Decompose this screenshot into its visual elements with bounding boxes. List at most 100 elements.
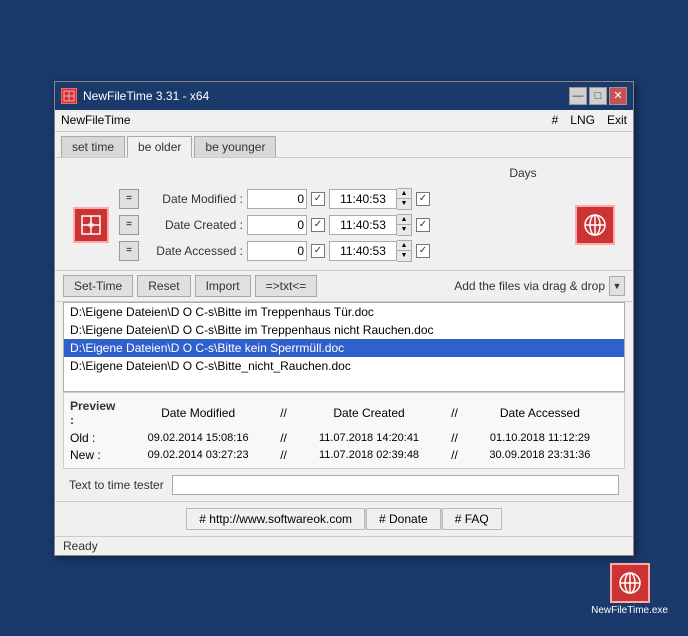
main-window: NewFileTime 3.31 - x64 — □ ✕ NewFileTime… — [54, 81, 634, 556]
time-input-accessed-group: ▲ ▼ — [329, 240, 412, 262]
taskbar-icon[interactable]: NewFileTime.exe — [591, 563, 668, 616]
preview-new-created: 11.07.2018 02:39:48 — [291, 449, 447, 461]
toolbar: Set-Time Reset Import =>txt<= Add the fi… — [55, 270, 633, 302]
drag-drop-dropdown[interactable]: ▼ — [609, 276, 625, 296]
spin-down-accessed[interactable]: ▼ — [397, 251, 411, 261]
import-button[interactable]: Import — [195, 275, 251, 297]
preview-new-accessed: 30.09.2018 23:31:36 — [462, 449, 618, 461]
preview-old-label: Old : — [70, 431, 120, 445]
eq-btn-accessed[interactable]: = — [119, 241, 139, 261]
reset-button[interactable]: Reset — [137, 275, 190, 297]
days-input-modified[interactable] — [247, 189, 307, 209]
app-name-menu[interactable]: NewFileTime — [61, 113, 131, 127]
time-rows: = Date Modified : ▲ ▼ — [119, 188, 565, 262]
left-app-icon-container — [71, 191, 111, 259]
right-app-icon-container — [573, 191, 617, 259]
spin-up-modified[interactable]: ▲ — [397, 189, 411, 199]
menu-hash[interactable]: # — [552, 113, 559, 127]
left-app-icon — [73, 207, 109, 243]
tab-be-older[interactable]: be older — [127, 136, 192, 158]
status-text: Ready — [63, 539, 98, 553]
spin-up-accessed[interactable]: ▲ — [397, 241, 411, 251]
preview-old-row: Old : 09.02.2014 15:08:16 // 11.07.2018 … — [70, 431, 618, 445]
txt-button[interactable]: =>txt<= — [255, 275, 318, 297]
date-created-row: = Date Created : ▲ ▼ — [119, 214, 565, 236]
tabs-bar: set time be older be younger — [55, 132, 633, 158]
preview-sep1: // — [276, 406, 291, 420]
time-input-accessed[interactable] — [329, 241, 397, 261]
preview-old-accessed: 01.10.2018 11:12:29 — [462, 432, 618, 444]
minimize-button[interactable]: — — [569, 87, 587, 105]
text-tester-input[interactable] — [172, 475, 619, 495]
preview-header-modified: Date Modified — [120, 406, 276, 420]
date-modified-row: = Date Modified : ▲ ▼ — [119, 188, 565, 210]
footer-link-1[interactable]: # http://www.softwareok.com — [186, 508, 365, 530]
main-content: Days — [55, 158, 633, 270]
label-created: Date Created : — [143, 218, 243, 232]
label-modified: Date Modified : — [143, 192, 243, 206]
eq-btn-created[interactable]: = — [119, 215, 139, 235]
text-tester-row: Text to time tester — [63, 469, 625, 501]
window-controls: — □ ✕ — [569, 87, 627, 105]
days-input-created[interactable] — [247, 215, 307, 235]
spinner-modified: ▲ ▼ — [397, 188, 412, 210]
preview-new-row: New : 09.02.2014 03:27:23 // 11.07.2018 … — [70, 448, 618, 462]
file-item-1[interactable]: D:\Eigene Dateien\D O C-s\Bitte im Trepp… — [64, 321, 624, 339]
drag-drop-area: Add the files via drag & drop ▼ — [454, 276, 625, 296]
time-input-created-group: ▲ ▼ — [329, 214, 412, 236]
rows-section: = Date Modified : ▲ ▼ — [63, 188, 625, 262]
date-accessed-row: = Date Accessed : ▲ ▼ — [119, 240, 565, 262]
text-tester-label: Text to time tester — [69, 478, 164, 492]
preview-old-created: 11.07.2018 14:20:41 — [291, 432, 447, 444]
days-input-accessed[interactable] — [247, 241, 307, 261]
label-accessed: Date Accessed : — [143, 244, 243, 258]
preview-old-modified: 09.02.2014 15:08:16 — [120, 432, 276, 444]
close-button[interactable]: ✕ — [609, 87, 627, 105]
set-time-button[interactable]: Set-Time — [63, 275, 133, 297]
menu-exit[interactable]: Exit — [607, 113, 627, 127]
checkbox-created-enable[interactable] — [311, 218, 325, 232]
checkbox-modified-enable[interactable] — [311, 192, 325, 206]
time-input-created[interactable] — [329, 215, 397, 235]
preview-new-modified: 09.02.2014 03:27:23 — [120, 449, 276, 461]
taskbar-icon-label: NewFileTime.exe — [591, 605, 668, 616]
preview-old-sep1: // — [276, 431, 291, 445]
preview-new-sep1: // — [276, 448, 291, 462]
app-icon-title — [61, 88, 77, 104]
checkbox-modified-end[interactable] — [416, 192, 430, 206]
checkbox-created-end[interactable] — [416, 218, 430, 232]
time-input-modified[interactable] — [329, 189, 397, 209]
footer-link-2[interactable]: # Donate — [366, 508, 441, 530]
window-title: NewFileTime 3.31 - x64 — [83, 89, 563, 103]
preview-sep2: // — [447, 406, 462, 420]
menu-lng[interactable]: LNG — [570, 113, 595, 127]
preview-header-accessed: Date Accessed — [462, 406, 618, 420]
restore-button[interactable]: □ — [589, 87, 607, 105]
time-input-modified-group: ▲ ▼ — [329, 188, 412, 210]
spin-down-modified[interactable]: ▼ — [397, 199, 411, 209]
taskbar-icon-img — [610, 563, 650, 603]
checkbox-accessed-enable[interactable] — [311, 244, 325, 258]
file-item-3[interactable]: D:\Eigene Dateien\D O C-s\Bitte_nicht_Ra… — [64, 357, 624, 375]
footer-links: # http://www.softwareok.com # Donate # F… — [55, 501, 633, 536]
preview-new-sep2: // — [447, 448, 462, 462]
spinner-accessed: ▲ ▼ — [397, 240, 412, 262]
menu-bar: NewFileTime # LNG Exit — [55, 110, 633, 132]
file-item-0[interactable]: D:\Eigene Dateien\D O C-s\Bitte im Trepp… — [64, 303, 624, 321]
days-header-row: Days — [63, 166, 625, 180]
spinner-created: ▲ ▼ — [397, 214, 412, 236]
eq-btn-modified[interactable]: = — [119, 189, 139, 209]
footer-link-3[interactable]: # FAQ — [442, 508, 502, 530]
spin-down-created[interactable]: ▼ — [397, 225, 411, 235]
title-bar: NewFileTime 3.31 - x64 — □ ✕ — [55, 82, 633, 110]
preview-section: Preview : Date Modified // Date Created … — [63, 392, 625, 469]
spin-up-created[interactable]: ▲ — [397, 215, 411, 225]
drag-drop-label: Add the files via drag & drop — [454, 279, 605, 293]
preview-title: Preview : — [70, 399, 120, 427]
file-item-2[interactable]: D:\Eigene Dateien\D O C-s\Bitte kein Spe… — [64, 339, 624, 357]
tab-set-time[interactable]: set time — [61, 136, 125, 157]
tab-be-younger[interactable]: be younger — [194, 136, 276, 157]
preview-new-label: New : — [70, 448, 120, 462]
file-list[interactable]: D:\Eigene Dateien\D O C-s\Bitte im Trepp… — [63, 302, 625, 392]
checkbox-accessed-end[interactable] — [416, 244, 430, 258]
